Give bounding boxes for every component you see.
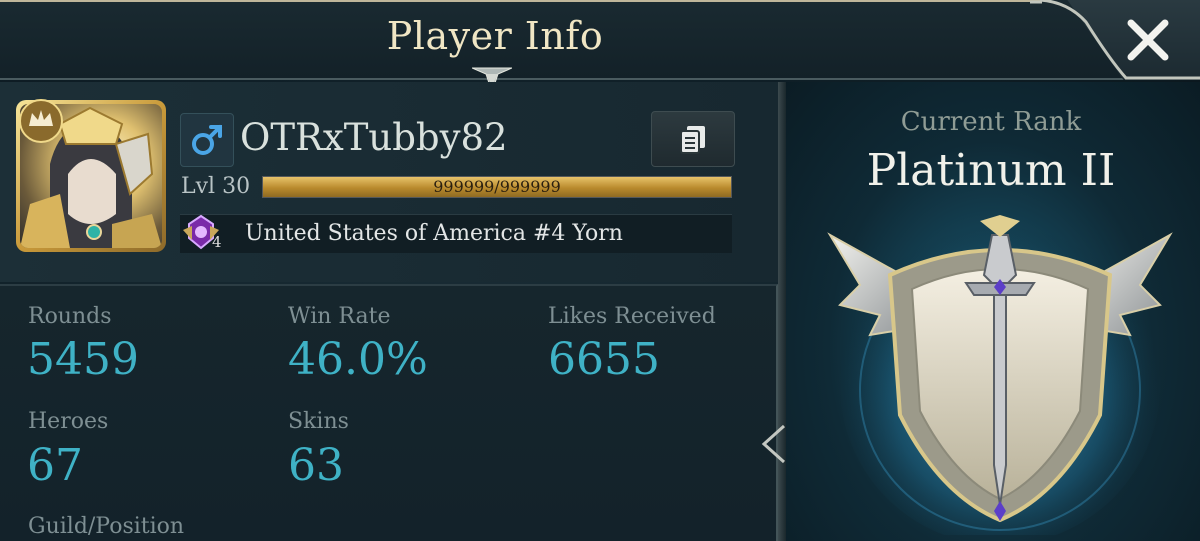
platinum-rank-emblem-icon[interactable] (820, 215, 1180, 535)
xp-text: 999999/999999 (433, 177, 561, 196)
guild-position-label: Guild/Position (28, 514, 185, 539)
copy-icon (680, 126, 705, 154)
close-button[interactable] (1118, 12, 1178, 68)
side-arrow-icon (761, 424, 786, 464)
win-rate-label: Win Rate (288, 304, 391, 329)
region-rank-text: United States of America #4 Yorn (245, 221, 623, 246)
current-rank-label: Current Rank (900, 107, 1082, 137)
win-rate-value: 46.0% (288, 334, 428, 385)
likes-received-value: 6655 (548, 334, 660, 385)
player-info-screen: Player Info OTRxTubby82 Lvl 30 999999/99… (0, 0, 1200, 541)
page-title: Player Info (386, 14, 604, 58)
region-rank-count: 4 (212, 233, 222, 251)
rounds-value: 5459 (27, 334, 139, 385)
current-rank-name: Platinum II (866, 145, 1116, 196)
heroes-value: 67 (27, 440, 83, 491)
title-bar: Player Info (0, 0, 1200, 80)
level-label: Lvl 30 (181, 174, 251, 199)
title-bar-top-border (0, 0, 1040, 2)
male-icon (192, 125, 222, 155)
xp-progress-bar: 999999/999999 (262, 176, 732, 198)
skins-label: Skins (288, 409, 349, 434)
skins-value: 63 (288, 440, 344, 491)
player-name: OTRxTubby82 (240, 116, 508, 159)
close-icon (1127, 19, 1169, 61)
copy-button[interactable] (651, 111, 735, 167)
crown-badge-icon (19, 99, 63, 143)
gender-badge (180, 113, 234, 167)
likes-received-label: Likes Received (548, 304, 716, 329)
heroes-label: Heroes (28, 409, 109, 434)
rounds-label: Rounds (28, 304, 112, 329)
